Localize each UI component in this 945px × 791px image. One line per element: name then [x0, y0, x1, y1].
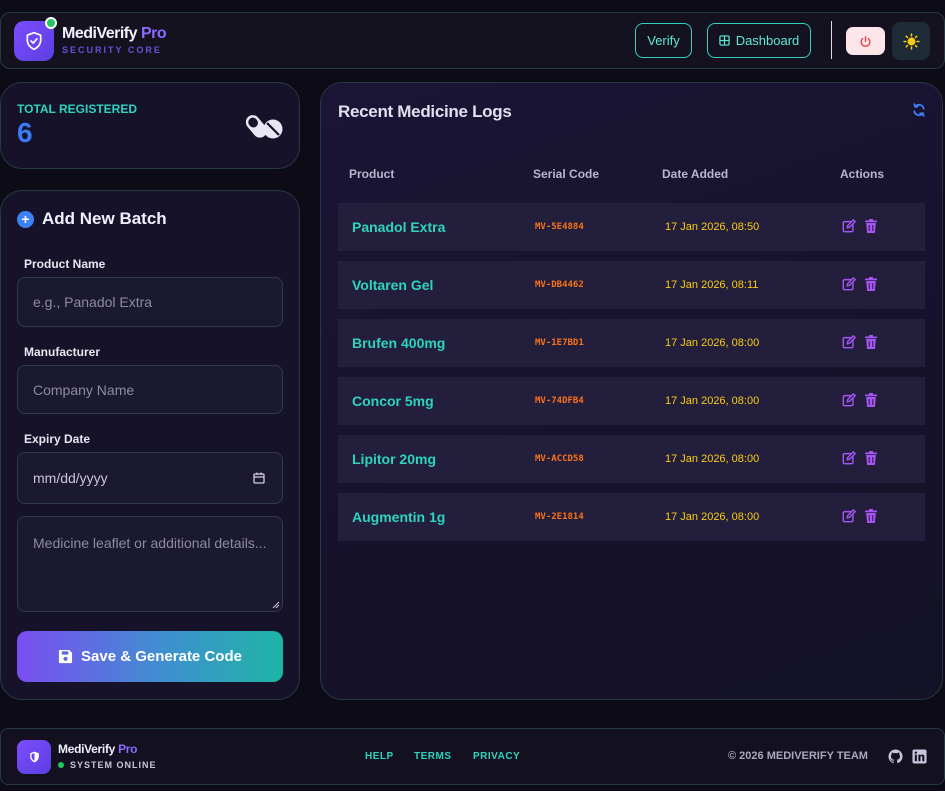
manufacturer-input[interactable]: Company Name — [17, 365, 283, 414]
trash-icon[interactable] — [865, 451, 877, 465]
dashboard-button[interactable]: Dashboard — [707, 23, 811, 58]
footer-brand: MediVerify Pro — [58, 742, 138, 756]
table-row: Brufen 400mg MV-1E7BD1 17 Jan 2026, 08:0… — [338, 319, 925, 367]
expiry-date-label: Expiry Date — [24, 432, 91, 446]
column-header-product: Product — [349, 167, 395, 181]
edit-icon[interactable] — [842, 219, 856, 233]
save-icon — [58, 649, 73, 664]
theme-toggle-button[interactable] — [892, 22, 930, 60]
status-dot — [58, 762, 64, 768]
product-name: Panadol Extra — [352, 219, 446, 235]
date-added: 17 Jan 2026, 08:00 — [665, 453, 760, 465]
footer: MediVerify Pro SYSTEM ONLINE HELP TERMS … — [0, 728, 945, 785]
table-row: Voltaren Gel MV-DB4462 17 Jan 2026, 08:1… — [338, 261, 925, 309]
copyright: © 2026 MEDIVERIFY TEAM — [728, 750, 868, 762]
date-added: 17 Jan 2026, 08:00 — [665, 337, 760, 349]
trash-icon[interactable] — [865, 509, 877, 523]
table-row: Concor 5mg MV-74DFB4 17 Jan 2026, 08:00 — [338, 377, 925, 425]
date-added: 17 Jan 2026, 08:50 — [665, 221, 760, 233]
table-row: Panadol Extra MV-5E4884 17 Jan 2026, 08:… — [338, 203, 925, 251]
column-header-actions: Actions — [840, 167, 885, 181]
product-name: Brufen 400mg — [352, 335, 446, 351]
form-title-text: Add New Batch — [42, 209, 167, 228]
serial-code: MV-DB4462 — [535, 280, 584, 290]
stat-label: TOTAL REGISTERED — [17, 102, 138, 116]
save-button-label: Save & Generate Code — [81, 648, 242, 665]
trash-icon[interactable] — [865, 335, 877, 349]
footer-brand-pro: Pro — [115, 742, 138, 756]
logout-button[interactable] — [846, 27, 885, 55]
resize-handle-icon[interactable] — [272, 601, 280, 609]
manufacturer-label: Manufacturer — [24, 345, 101, 359]
power-icon — [860, 35, 871, 47]
plus-circle-icon: + — [17, 210, 34, 228]
top-header: MediVerify Pro SECURITY CORE Verify Dash… — [0, 12, 945, 69]
grid-icon — [719, 35, 730, 46]
edit-icon[interactable] — [842, 393, 856, 407]
save-generate-button[interactable]: Save & Generate Code — [17, 631, 283, 682]
table-row: Lipitor 20mg MV-ACCD58 17 Jan 2026, 08:0… — [338, 435, 925, 483]
expiry-date-input[interactable]: mm/dd/yyyy — [17, 452, 283, 504]
product-name: Concor 5mg — [352, 393, 434, 409]
privacy-link[interactable]: PRIVACY — [473, 751, 520, 762]
product-name-input[interactable]: e.g., Panadol Extra — [17, 277, 283, 327]
brand-title: MediVerify Pro — [62, 25, 167, 42]
logs-title: Recent Medicine Logs — [338, 102, 512, 121]
sun-icon — [902, 32, 920, 50]
online-indicator — [45, 17, 57, 29]
product-name: Voltaren Gel — [352, 277, 434, 293]
notes-placeholder: Medicine leaflet or additional details..… — [33, 535, 267, 551]
footer-logo — [17, 740, 51, 774]
brand-subtitle: SECURITY CORE — [62, 45, 162, 55]
add-batch-card: + Add New Batch Product Name e.g., Panad… — [0, 190, 300, 700]
recent-logs-card: Recent Medicine Logs Product Serial Code… — [320, 82, 943, 700]
form-title: + Add New Batch — [17, 209, 167, 229]
serial-code: MV-ACCD58 — [535, 454, 584, 464]
product-name-label: Product Name — [24, 257, 106, 271]
brand-pro: Pro — [137, 25, 167, 42]
stat-value: 6 — [17, 117, 33, 148]
github-icon[interactable] — [888, 749, 903, 764]
refresh-icon[interactable] — [912, 103, 926, 117]
shield-icon — [29, 751, 39, 763]
shield-check-icon — [26, 31, 42, 51]
help-link[interactable]: HELP — [365, 751, 394, 762]
verify-button-label: Verify — [647, 33, 680, 48]
table-row: Augmentin 1g MV-2E1814 17 Jan 2026, 08:0… — [338, 493, 925, 541]
serial-code: MV-1E7BD1 — [535, 338, 584, 348]
serial-code: MV-74DFB4 — [535, 396, 584, 406]
system-status-text: SYSTEM ONLINE — [70, 760, 157, 770]
dashboard-button-label: Dashboard — [735, 33, 800, 48]
trash-icon[interactable] — [865, 219, 877, 233]
date-added: 17 Jan 2026, 08:00 — [665, 395, 760, 407]
notes-textarea[interactable]: Medicine leaflet or additional details..… — [17, 516, 283, 612]
date-added: 17 Jan 2026, 08:00 — [665, 511, 760, 523]
product-name: Lipitor 20mg — [352, 451, 437, 467]
pills-icon — [246, 115, 283, 139]
column-header-serial: Serial Code — [533, 167, 600, 181]
header-divider — [831, 21, 832, 59]
product-name: Augmentin 1g — [352, 509, 446, 525]
edit-icon[interactable] — [842, 335, 856, 349]
trash-icon[interactable] — [865, 277, 877, 291]
terms-link[interactable]: TERMS — [414, 751, 452, 762]
expiry-date-placeholder: mm/dd/yyyy — [33, 470, 108, 486]
calendar-icon[interactable] — [253, 472, 265, 484]
column-header-date: Date Added — [662, 167, 729, 181]
serial-code: MV-2E1814 — [535, 512, 584, 522]
serial-code: MV-5E4884 — [535, 222, 584, 232]
edit-icon[interactable] — [842, 509, 856, 523]
date-added: 17 Jan 2026, 08:11 — [665, 279, 759, 291]
edit-icon[interactable] — [842, 451, 856, 465]
edit-icon[interactable] — [842, 277, 856, 291]
system-status: SYSTEM ONLINE — [58, 760, 157, 770]
linkedin-icon[interactable] — [912, 749, 927, 764]
total-registered-card: TOTAL REGISTERED 6 — [0, 82, 300, 169]
verify-button[interactable]: Verify — [635, 23, 692, 58]
trash-icon[interactable] — [865, 393, 877, 407]
